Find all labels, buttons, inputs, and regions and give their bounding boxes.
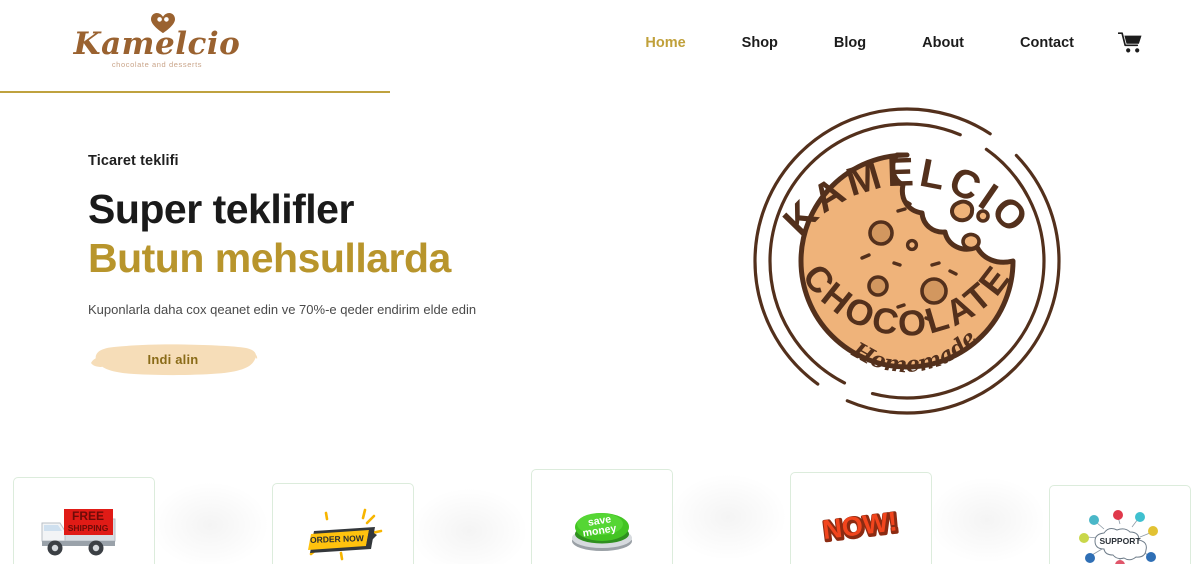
svg-text:SUPPORT: SUPPORT — [1099, 536, 1141, 546]
shop-now-button-label: Indi alin — [147, 351, 199, 367]
page-root: Kamelcio chocolate and desserts Home Sho… — [0, 0, 1200, 564]
feature-card-order-now[interactable]: ORDER NOW — [272, 483, 414, 564]
free-shipping-truck-icon: FREE SHIPPING — [38, 501, 130, 563]
nav-item-contact[interactable]: Contact — [1020, 35, 1074, 51]
support-diagram-icon: SUPPORT — [1074, 509, 1166, 564]
svg-text:NOW!: NOW! — [821, 506, 899, 545]
site-header: Kamelcio chocolate and desserts Home Sho… — [0, 0, 1200, 94]
nav-item-blog[interactable]: Blog — [834, 35, 866, 51]
save-money-button-icon: save money — [556, 493, 648, 555]
svg-text:SHIPPING: SHIPPING — [68, 523, 109, 533]
svg-text:ORDER NOW: ORDER NOW — [310, 533, 365, 545]
feature-cards-row: FREE SHIPPING ORDER NOW save money NOW! … — [0, 455, 1200, 564]
card-shadow — [150, 481, 270, 564]
nav-item-shop[interactable]: Shop — [742, 35, 778, 51]
hero-subtitle: Kuponlarla daha cox qeanet edin ve 70%-e… — [88, 302, 477, 317]
svg-text:FREE: FREE — [72, 509, 104, 523]
nav-item-home[interactable]: Home — [645, 35, 685, 51]
order-now-banner-icon: ORDER NOW — [297, 507, 389, 564]
hero-copy: Ticaret teklifi Super teklifler Butun me… — [88, 153, 608, 377]
brand-logo[interactable]: Kamelcio chocolate and desserts — [62, 10, 252, 82]
now-sticker-icon: NOW! NOW! NOW! — [815, 496, 907, 558]
main-navigation: Home Shop Blog About Contact — [645, 32, 1142, 54]
shop-now-button[interactable]: Indi alin — [88, 341, 258, 377]
hero-section: Ticaret teklifi Super teklifler Butun me… — [0, 93, 1200, 455]
card-shadow — [927, 476, 1047, 564]
shopping-cart-icon[interactable] — [1118, 32, 1142, 54]
hero-eyebrow: Ticaret teklifi — [88, 153, 179, 169]
feature-card-now[interactable]: NOW! NOW! NOW! — [790, 472, 932, 564]
brand-name: Kamelcio — [73, 26, 241, 62]
hero-title-line1: Super teklifler — [88, 186, 354, 232]
card-shadow — [668, 473, 788, 561]
feature-card-free-shipping[interactable]: FREE SHIPPING — [13, 477, 155, 564]
feature-card-save-money[interactable]: save money — [531, 469, 673, 564]
cookie-badge-icon: KAMELCIO CHOCOLATE Homemade — [742, 93, 1072, 423]
card-shadow — [409, 487, 529, 564]
brand-tagline: chocolate and desserts — [111, 60, 203, 69]
nav-item-about[interactable]: About — [922, 35, 964, 51]
hero-title-line2: Butun mehsullarda — [88, 235, 451, 281]
feature-card-support[interactable]: SUPPORT — [1049, 485, 1191, 564]
